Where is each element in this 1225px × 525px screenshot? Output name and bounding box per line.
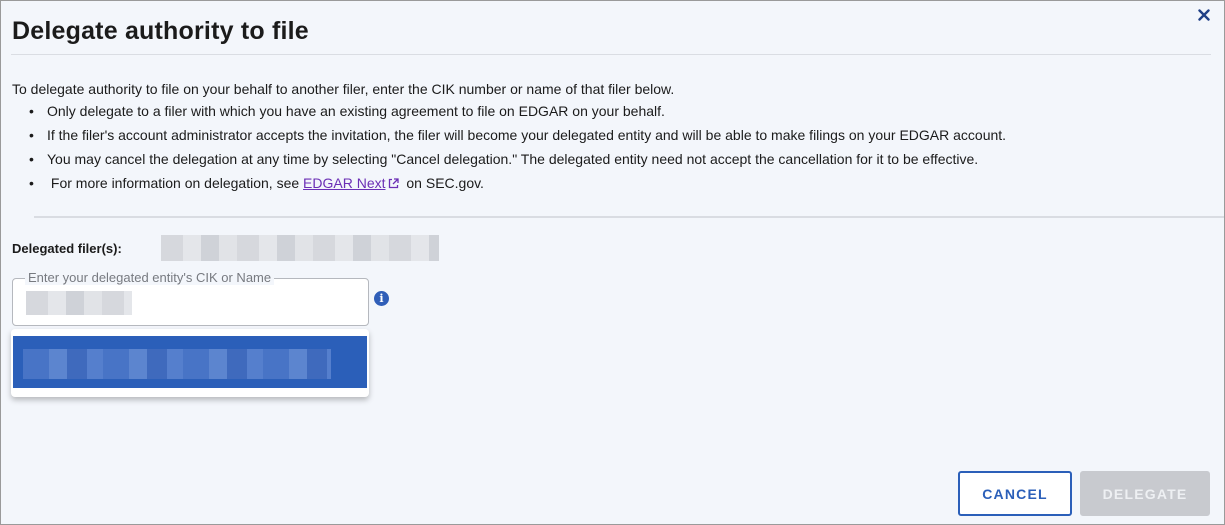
section-divider <box>34 216 1224 218</box>
redacted-delegated-filers <box>161 235 439 261</box>
edgar-next-link[interactable]: EDGAR Next <box>303 175 385 191</box>
bullet-item: You may cancel the delegation at any tim… <box>29 150 1006 174</box>
delegate-authority-dialog: Delegate authority to file To delegate a… <box>0 0 1225 525</box>
delegate-button: DELEGATE <box>1080 471 1210 516</box>
more-info-prefix: For more information on delegation, see <box>50 175 304 191</box>
redacted-option-text <box>23 349 331 379</box>
info-bullet-list: Only delegate to a filer with which you … <box>29 102 1006 198</box>
bullet-item: Only delegate to a filer with which you … <box>29 102 1006 126</box>
search-results-dropdown <box>11 329 369 397</box>
delegated-filers-label: Delegated filer(s): <box>12 241 122 256</box>
bullet-item: For more information on delegation, see … <box>29 174 1006 198</box>
search-result-option[interactable] <box>13 336 367 388</box>
cancel-button[interactable]: CANCEL <box>958 471 1072 516</box>
search-input-label: Enter your delegated entity's CIK or Nam… <box>25 271 275 285</box>
close-icon <box>1198 9 1210 21</box>
bullet-text: Only delegate to a filer with which you … <box>47 103 665 119</box>
delegated-entity-search-input[interactable] <box>12 278 369 326</box>
info-icon[interactable]: i <box>374 291 389 306</box>
redacted-search-value <box>26 291 132 315</box>
external-link-icon <box>388 178 399 189</box>
bullet-text: You may cancel the delegation at any tim… <box>47 151 979 167</box>
intro-text: To delegate authority to file on your be… <box>12 81 675 97</box>
dialog-title: Delegate authority to file <box>12 17 309 45</box>
more-info-suffix: on SEC.gov. <box>402 175 484 191</box>
title-divider <box>11 54 1211 55</box>
close-button[interactable] <box>1194 5 1214 25</box>
bullet-item: If the filer's account administrator acc… <box>29 126 1006 150</box>
bullet-text: If the filer's account administrator acc… <box>47 127 1007 143</box>
